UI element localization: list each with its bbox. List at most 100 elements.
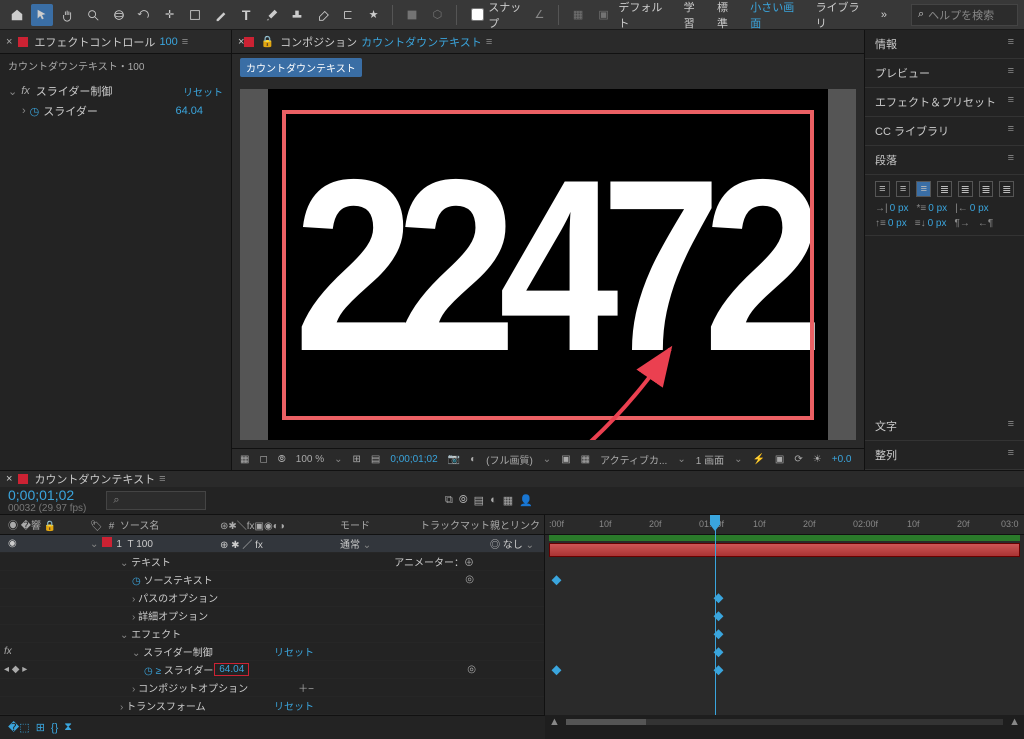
- tab-menu-icon[interactable]: ≡: [486, 36, 492, 48]
- prop-more-options[interactable]: › 詳細オプション: [0, 607, 544, 625]
- snapshot-icon[interactable]: 📷: [448, 454, 460, 465]
- keyframe-icon[interactable]: [552, 575, 562, 585]
- graph-editor-icon[interactable]: ▦: [503, 494, 513, 507]
- panel-paragraph-header[interactable]: 段落≡: [865, 146, 1024, 175]
- reset-link[interactable]: リセット: [274, 702, 314, 713]
- current-timecode[interactable]: 0;00;01;02: [8, 487, 86, 503]
- tab-menu-icon[interactable]: ≡: [182, 36, 188, 48]
- toggle-in-out-icon[interactable]: {}: [51, 722, 58, 734]
- panel-character[interactable]: 文字≡: [865, 412, 1024, 441]
- close-tab-icon[interactable]: ×: [6, 36, 12, 48]
- roto-tool-icon[interactable]: [337, 4, 358, 26]
- pickwhip-icon[interactable]: ◎: [490, 540, 500, 551]
- mask-toggle-icon[interactable]: ◻: [259, 454, 267, 465]
- pickwhip-icon[interactable]: ◎: [467, 664, 476, 675]
- camera-dropdown[interactable]: アクティブカ...: [600, 452, 667, 467]
- prop-path-options[interactable]: › パスのオプション: [0, 589, 544, 607]
- layer-duration-bar[interactable]: [549, 543, 1020, 557]
- snap-toggle[interactable]: スナップ ∠: [465, 0, 550, 31]
- channel-icon[interactable]: ◐: [470, 454, 476, 465]
- prop-slider[interactable]: ◂ ◆ ▸◷ ≥ スライダー64.04◎: [0, 661, 544, 679]
- viewer-tab-comp[interactable]: カウントダウンテキスト: [361, 34, 482, 50]
- mask-mode-icon[interactable]: [401, 4, 422, 26]
- motion-blur-icon[interactable]: ◐: [490, 494, 497, 507]
- frame-blend-icon[interactable]: ▤: [474, 494, 484, 507]
- direction-rtl-icon[interactable]: ←¶: [978, 218, 993, 229]
- prop-slider-control[interactable]: fx⌄ スライダー制御リセット: [0, 643, 544, 661]
- align-center-icon[interactable]: ≡: [896, 181, 911, 197]
- toggle-alpha-icon[interactable]: ▣: [775, 454, 784, 465]
- quality-dropdown[interactable]: (フル画質): [486, 452, 533, 467]
- exposure-icon[interactable]: ☀: [813, 454, 822, 465]
- home-icon[interactable]: [6, 4, 27, 26]
- panel-info[interactable]: 情報≡: [865, 30, 1024, 59]
- region-icon[interactable]: ▣: [561, 454, 570, 465]
- prop-source-text[interactable]: ◷ ソーステキスト◎: [0, 571, 544, 589]
- prop-effects[interactable]: ⌄ エフェクト: [0, 625, 544, 643]
- indent-first[interactable]: *≡0 px: [917, 203, 948, 214]
- grid-icon[interactable]: ▦: [240, 454, 249, 465]
- timeline-zoom-slider[interactable]: ▲ ▲: [545, 715, 1024, 729]
- help-search[interactable]: ⌕ ヘルプを検索: [911, 4, 1018, 26]
- align-right-icon[interactable]: ≡: [916, 181, 931, 197]
- prop-transform[interactable]: › トランスフォームリセット: [0, 697, 544, 715]
- snap-checkbox[interactable]: [471, 8, 484, 21]
- add-animator-icon[interactable]: ⊕: [464, 558, 474, 569]
- render-icon[interactable]: ⟳: [794, 454, 802, 465]
- comp-flowchart-icon[interactable]: ⧉: [445, 494, 453, 507]
- prop-text[interactable]: ⌄ テキストアニメーター：⊕: [0, 553, 544, 571]
- rotate-tool-icon[interactable]: [133, 4, 154, 26]
- timecode-display[interactable]: 0;00;01;02: [390, 454, 437, 465]
- time-ruler[interactable]: :00f 10f 20f 01:00f 10f 20f 02:00f 10f 2…: [545, 515, 1024, 535]
- timeline-graph[interactable]: :00f 10f 20f 01:00f 10f 20f 02:00f 10f 2…: [545, 515, 1024, 715]
- video-toggle-icon[interactable]: ◉: [8, 538, 17, 549]
- tab-menu-icon[interactable]: ≡: [159, 473, 165, 485]
- ws-small[interactable]: 小さい画面: [750, 0, 803, 31]
- direction-ltr-icon[interactable]: ¶→: [955, 218, 970, 229]
- panel-menu-icon[interactable]: ≡: [1008, 36, 1014, 48]
- close-tab-icon[interactable]: ×: [6, 473, 12, 485]
- ec-tab-label[interactable]: エフェクトコントロール: [34, 34, 155, 50]
- anchor-tool-icon[interactable]: ✛: [159, 4, 180, 26]
- work-area-bar[interactable]: [549, 535, 1020, 541]
- transparency-icon[interactable]: ▤: [371, 454, 380, 465]
- zoom-tool-icon[interactable]: [82, 4, 103, 26]
- justify-all-icon[interactable]: ≣: [999, 181, 1014, 197]
- type-tool-icon[interactable]: T: [235, 4, 256, 26]
- stamp-tool-icon[interactable]: [286, 4, 307, 26]
- property-row[interactable]: › ◷ スライダー 64.04: [8, 101, 223, 121]
- pickwhip-icon[interactable]: ◎: [465, 574, 474, 585]
- prop-compositing[interactable]: › コンポジットオプション＋−: [0, 679, 544, 697]
- align-left-icon[interactable]: ≡: [875, 181, 890, 197]
- views-dropdown[interactable]: 1 画面: [696, 452, 724, 467]
- indent-left[interactable]: →|0 px: [875, 203, 909, 214]
- ec-tab-layer[interactable]: 100: [159, 36, 177, 48]
- reset-link[interactable]: リセット: [183, 84, 223, 99]
- 3d-view-icon[interactable]: ⦾: [278, 454, 286, 465]
- render-time-icon[interactable]: ⧗: [64, 721, 72, 734]
- shape-mode-icon[interactable]: ⬡: [427, 4, 448, 26]
- orbit-tool-icon[interactable]: [108, 4, 129, 26]
- puppet-tool-icon[interactable]: ★: [363, 4, 384, 26]
- draft3d-icon[interactable]: ⦾: [459, 494, 468, 507]
- effect-row[interactable]: ⌄ fx スライダー制御 リセット: [8, 81, 223, 101]
- justify-last-left-icon[interactable]: ≣: [937, 181, 952, 197]
- brush-tool-icon[interactable]: [261, 4, 282, 26]
- panel-effects-presets[interactable]: エフェクト＆プリセット≡: [865, 88, 1024, 117]
- justify-last-right-icon[interactable]: ≣: [979, 181, 994, 197]
- eraser-tool-icon[interactable]: [312, 4, 333, 26]
- indent-right[interactable]: |←0 px: [955, 203, 989, 214]
- ws-standard[interactable]: 標準: [717, 0, 738, 31]
- timeline-tab[interactable]: カウントダウンテキスト: [34, 471, 155, 487]
- guides-icon[interactable]: ▦: [581, 454, 590, 465]
- selection-tool-icon[interactable]: [31, 4, 52, 26]
- slider-value-box[interactable]: 64.04: [214, 663, 249, 676]
- justify-last-center-icon[interactable]: ≣: [958, 181, 973, 197]
- fill-icon[interactable]: ▦: [567, 4, 588, 26]
- fast-preview-icon[interactable]: ⚡: [752, 454, 764, 465]
- resolution-icon[interactable]: ⊞: [353, 454, 361, 465]
- toggle-switches-icon[interactable]: �⬚: [8, 721, 30, 734]
- panel-preview[interactable]: プレビュー≡: [865, 59, 1024, 88]
- ws-more-icon[interactable]: »: [881, 9, 887, 21]
- toggle-modes-icon[interactable]: ⊞: [36, 721, 45, 734]
